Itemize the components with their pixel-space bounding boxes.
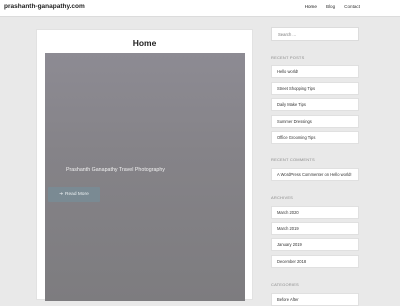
comment-connector: on: [324, 172, 330, 177]
archive-item[interactable]: December 2018: [271, 255, 359, 268]
page-title: Home: [132, 38, 157, 48]
hero-caption: Prashanth Ganapathy Travel Photography: [66, 167, 165, 173]
recent-comments-title: RECENT COMMENTS: [271, 157, 315, 162]
recent-post-item[interactable]: Hello world!: [271, 65, 359, 78]
arrow-right-icon: ➔: [59, 191, 64, 197]
read-more-button[interactable]: ➔ Read More: [48, 187, 100, 202]
recent-post-item[interactable]: Office Grooming Tips: [271, 131, 359, 144]
recent-post-item[interactable]: Street Shopping Tips: [271, 82, 359, 95]
categories-title: CATEGORIES: [271, 282, 299, 287]
search-input[interactable]: [271, 27, 359, 41]
hero-image: Prashanth Ganapathy Travel Photography ➔…: [45, 53, 245, 301]
nav-item-blog[interactable]: Blog: [326, 4, 335, 9]
nav-item-home[interactable]: Home: [305, 4, 317, 9]
content-card: Home Prashanth Ganapathy Travel Photogra…: [36, 29, 253, 301]
recent-posts-title: RECENT POSTS: [271, 55, 305, 60]
recent-post-item[interactable]: Daily Make Tips: [271, 98, 359, 111]
nav-item-contact[interactable]: Contact: [344, 4, 360, 9]
archive-item[interactable]: March 2019: [271, 222, 359, 235]
main-nav: Home Blog Contact: [305, 4, 360, 9]
archive-item[interactable]: January 2019: [271, 238, 359, 251]
archives-title: ARCHIVES: [271, 195, 294, 200]
read-more-label: Read More: [65, 192, 89, 197]
comment-author-link[interactable]: A WordPress Commenter: [277, 172, 323, 177]
top-navigation-bar: prashanth-ganapathy.com Home Blog Contac…: [0, 0, 400, 17]
comment-post-link[interactable]: Hello world!: [330, 172, 351, 177]
recent-post-item[interactable]: Summer Dressings: [271, 115, 359, 128]
recent-comment-item: A WordPress Commenter on Hello world!: [271, 168, 359, 181]
archive-item[interactable]: March 2020: [271, 206, 359, 219]
site-title[interactable]: prashanth-ganapathy.com: [4, 3, 85, 10]
